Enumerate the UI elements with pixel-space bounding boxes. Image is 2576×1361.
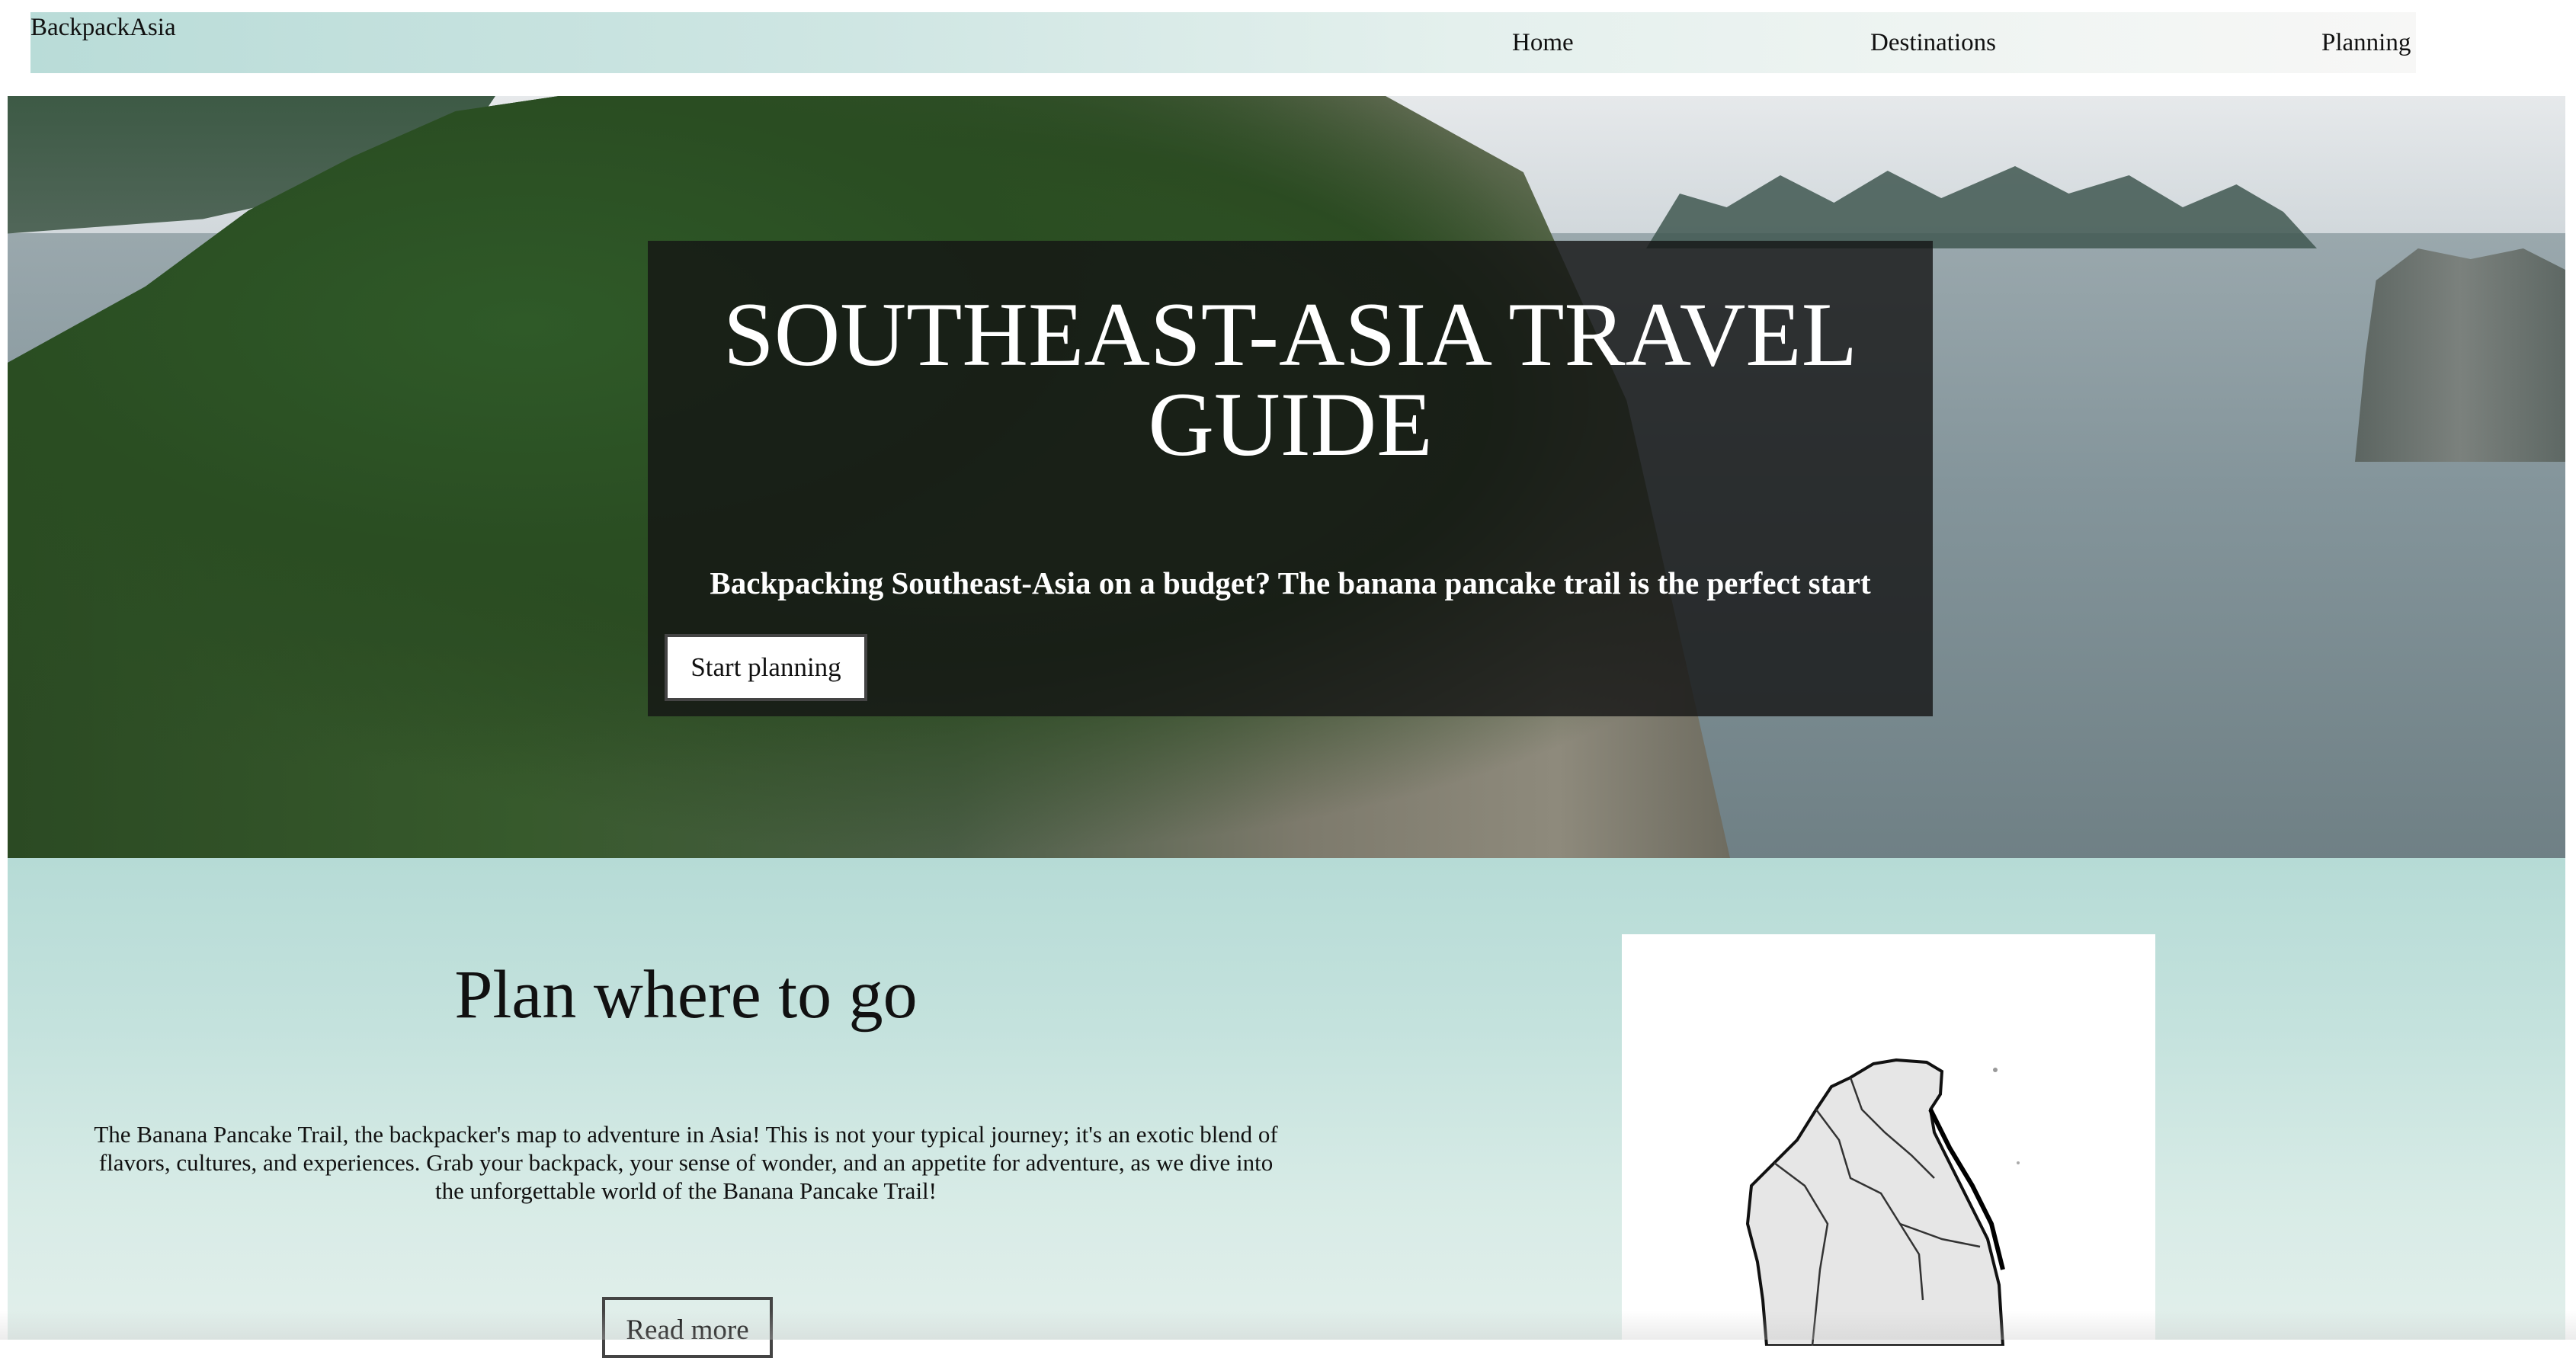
top-navbar: BackpackAsia Home Destinations Planning (30, 12, 2416, 73)
plan-description: The Banana Pancake Trail, the backpacker… (94, 1121, 1278, 1204)
hero-text-panel: SOUTHEAST-ASIA TRAVEL GUIDE Backpacking … (648, 241, 1933, 716)
nav-link-destinations[interactable]: Destinations (1870, 27, 1996, 58)
hero-subtitle: Backpacking Southeast-Asia on a budget? … (710, 565, 1871, 600)
southeast-asia-map-icon (1745, 1058, 2020, 1346)
nav-link-planning[interactable]: Planning (2321, 27, 2411, 58)
start-planning-button[interactable]: Start planning (665, 634, 867, 701)
read-more-button[interactable]: Read more (602, 1297, 773, 1358)
nav-link-home[interactable]: Home (1512, 27, 1574, 58)
hero-image-right-cliff (2355, 248, 2565, 462)
brand-logo-text[interactable]: BackpackAsia (30, 12, 176, 43)
plan-title: Plan where to go (454, 957, 918, 1033)
plan-section: Plan where to go The Banana Pancake Trai… (8, 858, 2565, 1358)
map-image-card (1622, 934, 2155, 1346)
hero-title: SOUTHEAST-ASIA TRAVEL GUIDE (723, 283, 1857, 475)
hero-section: SOUTHEAST-ASIA TRAVEL GUIDE Backpacking … (8, 96, 2565, 858)
